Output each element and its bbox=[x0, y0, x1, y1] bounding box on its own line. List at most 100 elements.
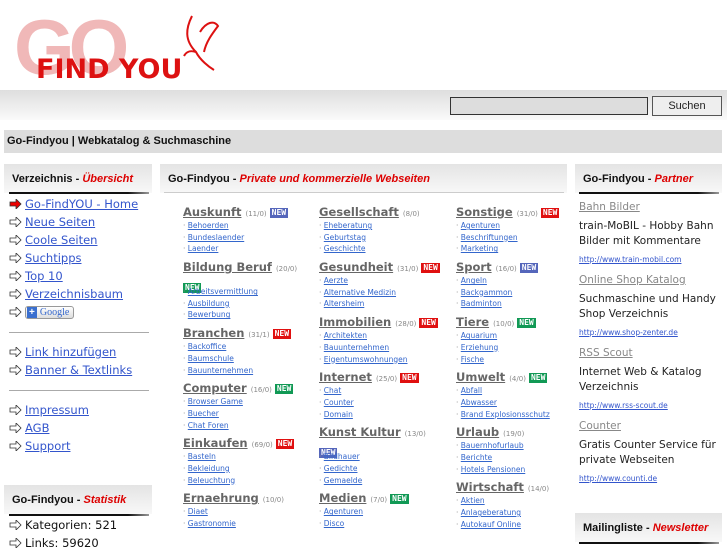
subcategory-link[interactable]: Abwasser bbox=[461, 398, 497, 407]
subcategory-link[interactable]: Gemaelde bbox=[324, 476, 362, 485]
partner-url-link[interactable]: http://www.train-mobil.com bbox=[579, 252, 724, 267]
subcategory-link[interactable]: Autokauf Online bbox=[461, 520, 521, 529]
subcategory-link[interactable]: Baumschule bbox=[188, 354, 234, 363]
search-button[interactable]: Suchen bbox=[652, 96, 722, 116]
category-link[interactable]: Kunst Kultur bbox=[319, 425, 401, 439]
nav-item[interactable]: Suchtipps bbox=[9, 249, 138, 267]
subcategory-link[interactable]: Diaet bbox=[188, 507, 208, 516]
subcategory-link[interactable]: Browser Game bbox=[188, 397, 243, 406]
subcategory-link[interactable]: Geschichte bbox=[324, 244, 366, 253]
subcategory-link[interactable]: Brand Explosionsschutz bbox=[461, 410, 550, 419]
subcategory-link[interactable]: Chat bbox=[324, 386, 342, 395]
subcategory-link[interactable]: Eheberatung bbox=[324, 221, 372, 230]
subcategory-link[interactable]: Altersheim bbox=[324, 299, 365, 308]
partner-title-link[interactable]: RSS Scout bbox=[579, 346, 724, 361]
nav-item[interactable]: Go-FindYOU - Home bbox=[9, 195, 138, 213]
nav-item[interactable]: AGB bbox=[9, 419, 89, 437]
category-link[interactable]: Einkaufen bbox=[183, 436, 248, 450]
category-link[interactable]: Internet bbox=[319, 370, 372, 384]
category-link[interactable]: Wirtschaft bbox=[456, 480, 524, 494]
nav-item[interactable]: Banner & Textlinks bbox=[9, 361, 132, 379]
subcategory-link[interactable]: Bauunternehmen bbox=[188, 366, 253, 375]
subcategory-link[interactable]: Backoffice bbox=[188, 342, 227, 351]
category-link[interactable]: Medien bbox=[319, 491, 366, 505]
category-link[interactable]: Ernaehrung bbox=[183, 491, 259, 505]
subcategory-link[interactable]: Hotels Pensionen bbox=[461, 465, 525, 474]
nav-item[interactable]: Coole Seiten bbox=[9, 231, 138, 249]
subcategory-link[interactable]: Gedichte bbox=[324, 464, 358, 473]
subcategory-link[interactable]: Eigentumswohnungen bbox=[324, 355, 408, 364]
subcategory-link[interactable]: Ausbildung bbox=[188, 299, 230, 308]
subcategory-link[interactable]: Anlageberatung bbox=[461, 508, 521, 517]
nav-link[interactable]: Banner & Textlinks bbox=[25, 363, 132, 377]
nav-item[interactable]: Link hinzufügen bbox=[9, 343, 132, 361]
nav-item[interactable]: Neue Seiten bbox=[9, 213, 138, 231]
partner-url-link[interactable]: http://www.rss-scout.de bbox=[579, 398, 724, 413]
nav-link[interactable]: Verzeichnisbaum bbox=[25, 287, 123, 301]
nav-item[interactable]: Support bbox=[9, 437, 89, 455]
subcategory-link[interactable]: Gastronomie bbox=[188, 519, 236, 528]
category-link[interactable]: Umwelt bbox=[456, 370, 505, 384]
subcategory-link[interactable]: Beleuchtung bbox=[188, 476, 235, 485]
nav-link[interactable]: Link hinzufügen bbox=[25, 345, 116, 359]
partner-title-link[interactable]: Counter bbox=[579, 419, 724, 434]
subcategory-link[interactable]: Chat Foren bbox=[188, 421, 229, 430]
subcategory-link[interactable]: Buecher bbox=[188, 409, 219, 418]
nav-item[interactable]: + Google bbox=[9, 303, 138, 321]
subcategory-link[interactable]: Disco bbox=[324, 519, 344, 528]
category-link[interactable]: Branchen bbox=[183, 326, 244, 340]
category-link[interactable]: Auskunft bbox=[183, 205, 241, 219]
subcategory-link[interactable]: Angeln bbox=[461, 276, 487, 285]
subcategory-link[interactable]: Bekleidung bbox=[188, 464, 230, 473]
subcategory-link[interactable]: Behoerden bbox=[188, 221, 229, 230]
subcategory-link[interactable]: Domain bbox=[324, 410, 353, 419]
nav-link[interactable]: Impressum bbox=[25, 403, 89, 417]
category-link[interactable]: Urlaub bbox=[456, 425, 499, 439]
nav-link[interactable]: Top 10 bbox=[25, 269, 63, 283]
subcategory-link[interactable]: Geburtstag bbox=[324, 233, 366, 242]
category-link[interactable]: Immobilien bbox=[319, 315, 391, 329]
subcategory-link[interactable]: Aerzte bbox=[324, 276, 348, 285]
category-link[interactable]: Tiere bbox=[456, 315, 489, 329]
category-link[interactable]: Sport bbox=[456, 260, 492, 274]
subcategory-link[interactable]: Aquarium bbox=[461, 331, 497, 340]
nav-link[interactable]: Go-FindYOU - Home bbox=[25, 197, 138, 211]
category-link[interactable]: Bildung Beruf bbox=[183, 260, 272, 274]
nav-link[interactable]: Neue Seiten bbox=[25, 215, 95, 229]
partner-url-link[interactable]: http://www.shop-zenter.de bbox=[579, 325, 724, 340]
partner-title-link[interactable]: Bahn Bilder bbox=[579, 200, 724, 215]
category-link[interactable]: Computer bbox=[183, 381, 247, 395]
subcategory-link[interactable]: Marketing bbox=[461, 244, 498, 253]
nav-link[interactable]: Suchtipps bbox=[25, 251, 82, 265]
nav-link[interactable]: Support bbox=[25, 439, 70, 453]
search-input[interactable] bbox=[450, 97, 648, 115]
nav-item[interactable]: Top 10 bbox=[9, 267, 138, 285]
subcategory-link[interactable]: Counter bbox=[324, 398, 354, 407]
subcategory-link[interactable]: Bewerbung bbox=[188, 310, 231, 319]
subcategory-link[interactable]: Bauernhofurlaub bbox=[461, 441, 524, 450]
subcategory-link[interactable]: Erziehung bbox=[461, 343, 498, 352]
partner-title-link[interactable]: Online Shop Katalog bbox=[579, 273, 724, 288]
category-link[interactable]: Gesellschaft bbox=[319, 205, 399, 219]
subcategory-link[interactable]: Alternative Medizin bbox=[324, 288, 396, 297]
subcategory-link[interactable]: Bauunternehmen bbox=[324, 343, 389, 352]
subcategory-link[interactable]: Bundeslaender bbox=[188, 233, 244, 242]
add-to-google-button[interactable]: + Google bbox=[25, 305, 75, 319]
subcategory-link[interactable]: Agenturen bbox=[324, 507, 363, 516]
subcategory-link[interactable]: Backgammon bbox=[461, 288, 513, 297]
subcategory-link[interactable]: Agenturen bbox=[461, 221, 500, 230]
nav-link[interactable]: AGB bbox=[25, 421, 49, 435]
nav-link[interactable]: Coole Seiten bbox=[25, 233, 97, 247]
nav-item[interactable]: Verzeichnisbaum bbox=[9, 285, 138, 303]
subcategory-link[interactable]: Badminton bbox=[461, 299, 502, 308]
subcategory-link[interactable]: Aktien bbox=[461, 496, 485, 505]
category-link[interactable]: Gesundheit bbox=[319, 260, 393, 274]
subcategory-link[interactable]: Arbeitsvermittlung bbox=[188, 287, 258, 296]
subcategory-link[interactable]: Architekten bbox=[324, 331, 367, 340]
go-findyou-logo[interactable]: GO FIND YOU bbox=[14, 12, 224, 84]
subcategory-link[interactable]: Berichte bbox=[461, 453, 492, 462]
subcategory-link[interactable]: Laender bbox=[188, 244, 219, 253]
subcategory-link[interactable]: Beschriftungen bbox=[461, 233, 518, 242]
subcategory-link[interactable]: Bildhauer bbox=[324, 452, 360, 461]
subcategory-link[interactable]: Fische bbox=[461, 355, 484, 364]
